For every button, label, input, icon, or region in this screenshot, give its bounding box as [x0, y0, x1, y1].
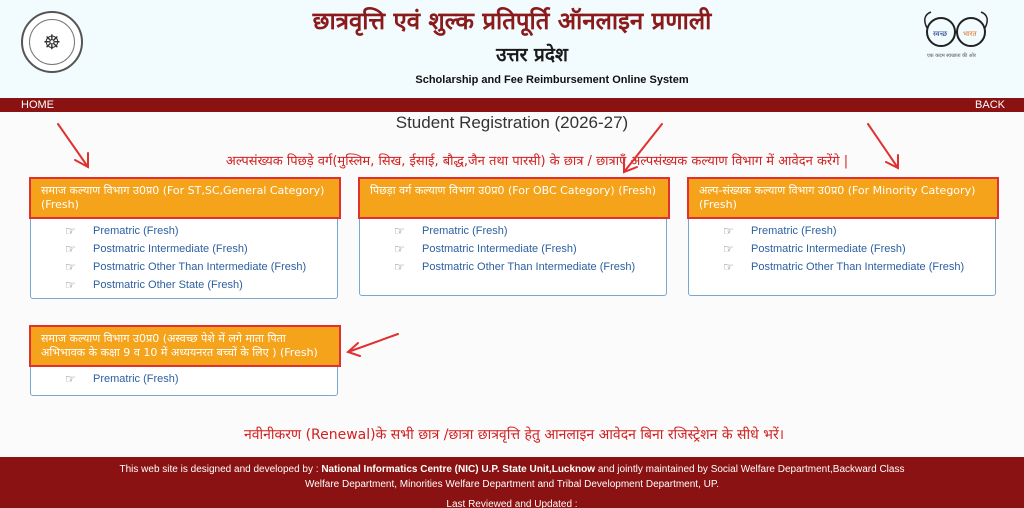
link-postmatric-other[interactable]: ☞ Postmatric Other Than Intermediate (Fre… [723, 258, 964, 276]
state-name: उत्तर प्रदेश [496, 44, 568, 66]
link-list: ☞ Prematric (Fresh) ☞ Postmatric Intermedi… [394, 222, 635, 276]
pointing-hand-icon: ☞ [65, 372, 76, 386]
link-prematric[interactable]: ☞ Prematric (Fresh) [65, 222, 306, 240]
site-title-english: Scholarship and Fee Reimbursement Online… [415, 74, 689, 86]
renewal-notice: नवीनीकरण (Renewal)के सभी छात्र /छात्रा छ… [243, 427, 785, 443]
footer-last-updated: Last Reviewed and Updated : [446, 499, 578, 508]
link-postmatric-other[interactable]: ☞ Postmatric Other Than Intermediate (Fre… [394, 258, 635, 276]
footer-text: and jointly maintained by Social Welfare… [595, 464, 905, 475]
panel-heading: समाज कल्याण विभाग उ0प्र0 (For ST,SC,Gene… [29, 177, 341, 219]
footer-departments: Welfare Department, Minorities Welfare D… [304, 479, 720, 490]
link-postmatric-intermediate[interactable]: ☞ Postmatric Intermediate (Fresh) [723, 240, 964, 258]
home-link[interactable]: HOME [21, 98, 54, 112]
link-postmatric-intermediate[interactable]: ☞ Postmatric Intermediate (Fresh) [394, 240, 635, 258]
link-postmatric-intermediate[interactable]: ☞ Postmatric Intermediate (Fresh) [65, 240, 306, 258]
logo-word: स्वच्छ [933, 30, 948, 38]
link-label[interactable]: Prematric (Fresh) [422, 225, 508, 237]
pointing-hand-icon: ☞ [723, 242, 734, 256]
panel-social-welfare: समाज कल्याण विभाग उ0प्र0 (For ST,SC,Gene… [29, 177, 341, 299]
link-prematric[interactable]: ☞ Prematric (Fresh) [65, 370, 179, 388]
link-label[interactable]: Postmatric Intermediate (Fresh) [751, 243, 906, 255]
link-list: ☞ Prematric (Fresh) [65, 370, 179, 388]
pointing-hand-icon: ☞ [65, 278, 76, 292]
link-prematric[interactable]: ☞ Prematric (Fresh) [723, 222, 964, 240]
pointing-hand-icon: ☞ [65, 242, 76, 256]
panel-unclean-occupation: समाज कल्याण विभाग उ0प्र0 (अस्वच्छ पेशे म… [29, 325, 341, 396]
footer-credits: This web site is designed and developed … [0, 464, 1024, 475]
link-label[interactable]: Postmatric Other State (Fresh) [93, 279, 243, 291]
pointing-hand-icon: ☞ [394, 224, 405, 238]
footer: This web site is designed and developed … [0, 457, 1024, 508]
link-label[interactable]: Postmatric Other Than Intermediate (Fres… [422, 261, 635, 273]
link-label[interactable]: Prematric (Fresh) [93, 373, 179, 385]
panel-heading: अल्प-संख्यक कल्याण विभाग उ0प्र0 (For Min… [687, 177, 999, 219]
link-label[interactable]: Prematric (Fresh) [751, 225, 837, 237]
link-postmatric-other-state[interactable]: ☞ Postmatric Other State (Fresh) [65, 276, 306, 294]
link-prematric[interactable]: ☞ Prematric (Fresh) [394, 222, 635, 240]
pointing-hand-icon: ☞ [65, 224, 76, 238]
panel-heading: समाज कल्याण विभाग उ0प्र0 (अस्वच्छ पेशे म… [29, 325, 341, 367]
panel-heading: पिछड़ा वर्ग कल्याण विभाग उ0प्र0 (For OBC… [358, 177, 670, 219]
minority-notice: अल्पसंख्यक पिछड़े वर्ग(मुस्लिम, सिख, ईसा… [225, 154, 849, 169]
link-list: ☞ Prematric (Fresh) ☞ Postmatric Intermedi… [723, 222, 964, 276]
swachh-bharat-glasses-icon: स्वच्छ भारत [924, 11, 988, 47]
logo-word: भारत [963, 30, 978, 38]
header: ☸ छात्रवृत्ति एवं शुल्क प्रतिपूर्ति ऑनला… [0, 0, 1024, 98]
link-list: ☞ Prematric (Fresh) ☞ Postmatric Intermedi… [65, 222, 306, 294]
footer-nic: National Informatics Centre (NIC) U.P. S… [321, 464, 596, 475]
page-title: Student Registration (2026-27) [395, 113, 629, 132]
link-label[interactable]: Postmatric Intermediate (Fresh) [422, 243, 577, 255]
link-postmatric-other[interactable]: ☞ Postmatric Other Than Intermediate (Fre… [65, 258, 306, 276]
back-link[interactable]: BACK [975, 98, 1005, 112]
logo-tagline: एक कदम स्वच्छता की ओर [927, 53, 976, 59]
nav-bar: HOME BACK [0, 98, 1024, 112]
footer-text: This web site is designed and developed … [119, 464, 322, 475]
swachh-bharat-logo: स्वच्छ भारत एक कदम स्वच्छता की ओर [919, 8, 993, 66]
pointing-hand-icon: ☞ [394, 260, 405, 274]
pointing-hand-icon: ☞ [65, 260, 76, 274]
pointing-hand-icon: ☞ [723, 224, 734, 238]
panel-backward-class: पिछड़ा वर्ग कल्याण विभाग उ0प्र0 (For OBC… [358, 177, 670, 296]
panel-minority: अल्प-संख्यक कल्याण विभाग उ0प्र0 (For Min… [687, 177, 999, 296]
site-title: छात्रवृत्ति एवं शुल्क प्रतिपूर्ति ऑनलाइन… [312, 7, 712, 35]
link-label[interactable]: Prematric (Fresh) [93, 225, 179, 237]
pointing-hand-icon: ☞ [394, 242, 405, 256]
pointing-hand-icon: ☞ [723, 260, 734, 274]
link-label[interactable]: Postmatric Other Than Intermediate (Fres… [93, 261, 306, 273]
link-label[interactable]: Postmatric Intermediate (Fresh) [93, 243, 248, 255]
main-content: Student Registration (2026-27) अल्पसंख्य… [0, 112, 1024, 457]
link-label[interactable]: Postmatric Other Than Intermediate (Fres… [751, 261, 964, 273]
